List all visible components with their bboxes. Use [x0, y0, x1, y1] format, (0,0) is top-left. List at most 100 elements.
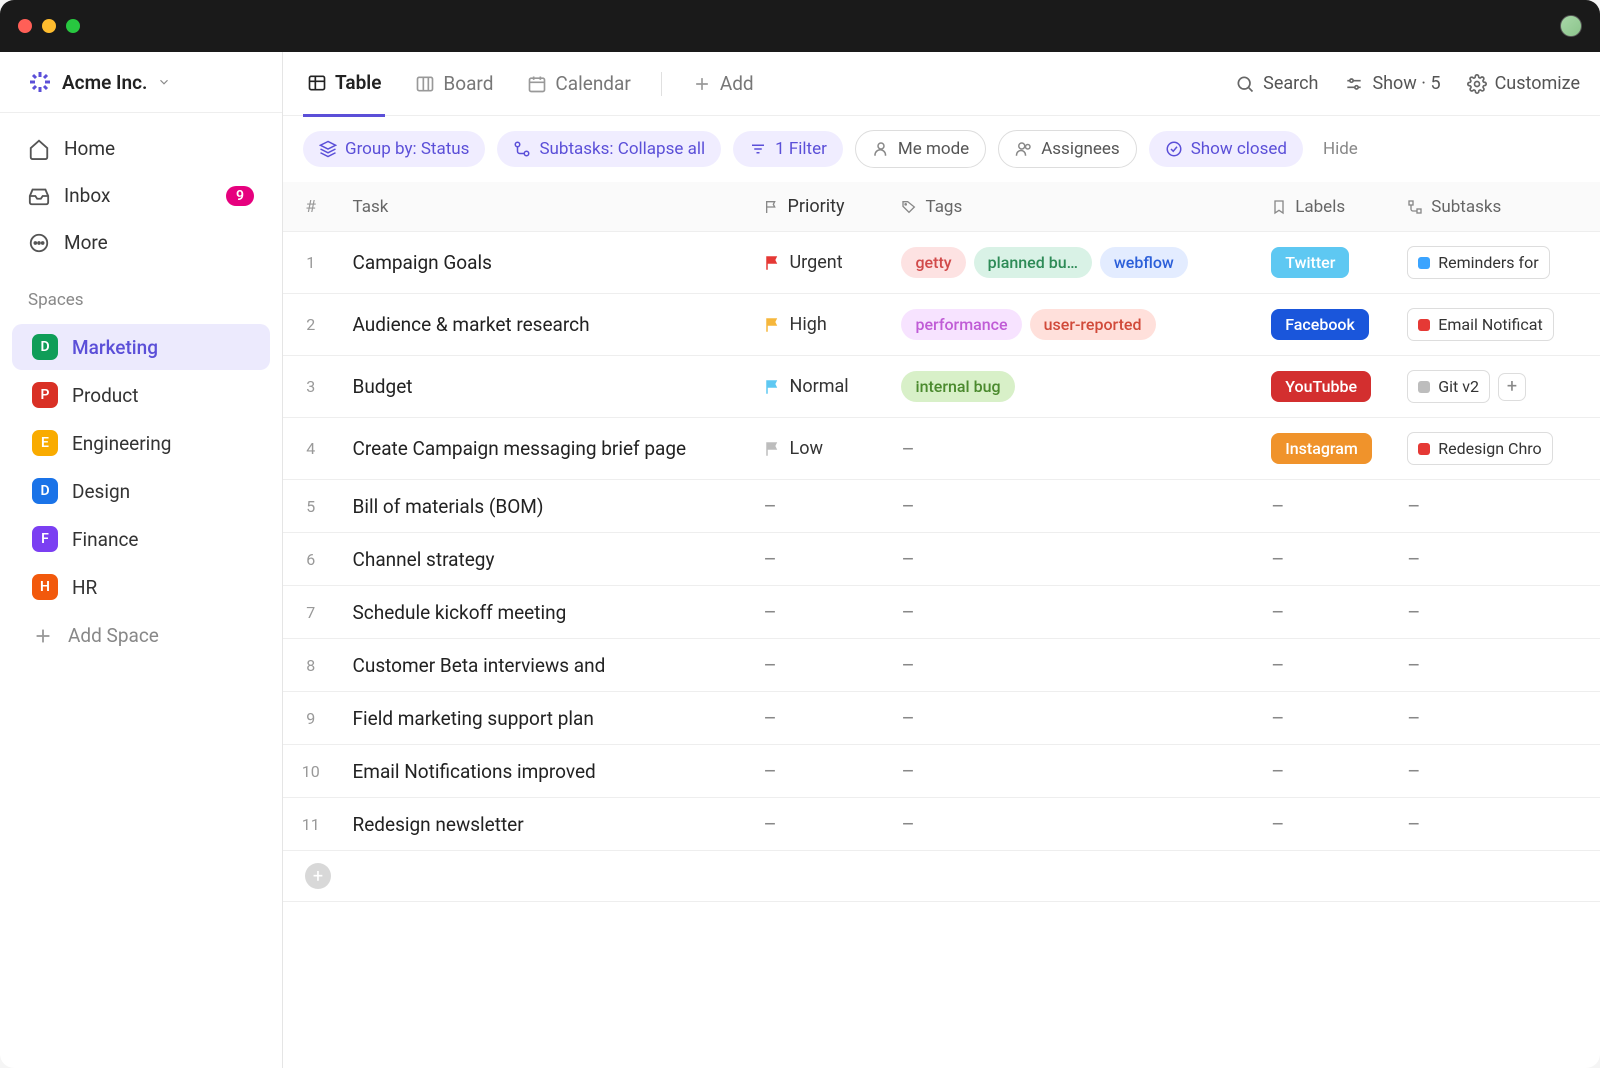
labels-cell[interactable]: – — [1257, 692, 1393, 744]
table-row[interactable]: 1 Campaign Goals Urgent gettyplanned bu…… — [283, 232, 1600, 294]
tags-cell[interactable]: – — [887, 692, 1257, 744]
tab-board[interactable]: Board — [411, 52, 497, 115]
tag-pill[interactable]: webflow — [1100, 247, 1188, 278]
tags-cell[interactable]: – — [887, 480, 1257, 532]
nav-inbox[interactable]: Inbox 9 — [0, 172, 282, 219]
priority-cell[interactable]: Normal — [750, 356, 888, 417]
label-pill[interactable]: YouTubbe — [1271, 371, 1371, 402]
tab-add-view[interactable]: Add — [688, 52, 758, 115]
subtasks-cell[interactable]: – — [1393, 745, 1600, 797]
space-item-marketing[interactable]: DMarketing — [12, 324, 270, 370]
tab-table[interactable]: Table — [303, 52, 385, 117]
tags-cell[interactable]: performance user-reported — [887, 294, 1257, 355]
col-labels[interactable]: Labels — [1257, 182, 1393, 231]
tag-pill[interactable]: performance — [901, 309, 1021, 340]
space-item-engineering[interactable]: EEngineering — [12, 420, 270, 466]
tags-cell[interactable]: – — [887, 798, 1257, 850]
table-row[interactable]: 4 Create Campaign messaging brief page L… — [283, 418, 1600, 480]
add-task-row[interactable]: + — [283, 851, 1600, 902]
priority-cell[interactable]: – — [750, 692, 888, 744]
table-row[interactable]: 2 Audience & market research High perfor… — [283, 294, 1600, 356]
tag-pill[interactable]: user-reported — [1030, 309, 1156, 340]
tags-cell[interactable]: – — [887, 639, 1257, 691]
tag-pill[interactable]: internal bug — [901, 371, 1014, 402]
tags-cell[interactable]: – — [887, 745, 1257, 797]
label-pill[interactable]: Instagram — [1271, 433, 1372, 464]
task-name[interactable]: Redesign newsletter — [339, 798, 750, 850]
tags-cell[interactable]: – — [887, 586, 1257, 638]
table-row[interactable]: 6 Channel strategy – – – – — [283, 533, 1600, 586]
subtask-pill[interactable]: Email Notificat — [1407, 308, 1553, 341]
space-item-finance[interactable]: FFinance — [12, 516, 270, 562]
subtasks-cell[interactable]: – — [1393, 586, 1600, 638]
tags-cell[interactable]: – — [887, 418, 1257, 479]
labels-cell[interactable]: Instagram — [1257, 418, 1393, 479]
priority-cell[interactable]: – — [750, 533, 888, 585]
tag-pill[interactable]: getty — [901, 247, 965, 278]
assignees-chip[interactable]: Assignees — [998, 130, 1137, 168]
tab-calendar[interactable]: Calendar — [523, 52, 634, 115]
task-name[interactable]: Create Campaign messaging brief page — [339, 418, 750, 479]
col-tags[interactable]: Tags — [887, 182, 1257, 231]
task-name[interactable]: Field marketing support plan — [339, 692, 750, 744]
labels-cell[interactable]: Facebook — [1257, 294, 1393, 355]
subtask-pill[interactable]: Reminders for — [1407, 246, 1549, 279]
priority-cell[interactable]: Low — [750, 418, 888, 479]
subtasks-cell[interactable]: – — [1393, 480, 1600, 532]
table-row[interactable]: 3 Budget Normal internal bug YouTubbe Gi… — [283, 356, 1600, 418]
space-item-hr[interactable]: HHR — [12, 564, 270, 610]
subtasks-cell[interactable]: Reminders for — [1393, 232, 1600, 293]
subtask-pill[interactable]: Redesign Chro — [1407, 432, 1552, 465]
priority-cell[interactable]: – — [750, 586, 888, 638]
priority-cell[interactable]: Urgent — [750, 232, 888, 293]
priority-cell[interactable]: – — [750, 798, 888, 850]
priority-cell[interactable]: High — [750, 294, 888, 355]
labels-cell[interactable]: YouTubbe — [1257, 356, 1393, 417]
task-name[interactable]: Channel strategy — [339, 533, 750, 585]
labels-cell[interactable]: – — [1257, 745, 1393, 797]
subtasks-cell[interactable]: – — [1393, 692, 1600, 744]
label-pill[interactable]: Facebook — [1271, 309, 1369, 340]
tags-cell[interactable]: – — [887, 533, 1257, 585]
col-subtasks[interactable]: Subtasks — [1393, 182, 1600, 231]
col-number[interactable]: # — [283, 182, 339, 231]
tags-cell[interactable]: getty planned bu… webflow — [887, 232, 1257, 293]
minimize-window-button[interactable] — [42, 19, 56, 33]
subtask-pill[interactable]: Git v2 — [1407, 370, 1490, 403]
labels-cell[interactable]: Twitter — [1257, 232, 1393, 293]
labels-cell[interactable]: – — [1257, 533, 1393, 585]
maximize-window-button[interactable] — [66, 19, 80, 33]
col-task[interactable]: Task — [339, 182, 750, 231]
subtasks-cell[interactable]: Redesign Chro — [1393, 418, 1600, 479]
filter-chip[interactable]: 1 Filter — [733, 131, 843, 167]
show-closed-chip[interactable]: Show closed — [1149, 131, 1303, 167]
close-window-button[interactable] — [18, 19, 32, 33]
labels-cell[interactable]: – — [1257, 586, 1393, 638]
search-button[interactable]: Search — [1235, 73, 1318, 94]
subtasks-cell[interactable]: – — [1393, 798, 1600, 850]
me-mode-chip[interactable]: Me mode — [855, 130, 986, 168]
table-row[interactable]: 8 Customer Beta interviews and – – – – — [283, 639, 1600, 692]
tag-pill[interactable]: planned bu… — [974, 247, 1092, 278]
labels-cell[interactable]: – — [1257, 639, 1393, 691]
col-priority[interactable]: Priority — [750, 182, 888, 231]
labels-cell[interactable]: – — [1257, 798, 1393, 850]
priority-cell[interactable]: – — [750, 639, 888, 691]
add-space-button[interactable]: Add Space — [12, 614, 270, 657]
workspace-switcher[interactable]: Acme Inc. — [0, 70, 282, 112]
hide-filters-link[interactable]: Hide — [1323, 139, 1358, 159]
add-subtask-button[interactable]: + — [1498, 373, 1526, 401]
priority-cell[interactable]: – — [750, 745, 888, 797]
table-row[interactable]: 11 Redesign newsletter – – – – — [283, 798, 1600, 851]
space-item-design[interactable]: DDesign — [12, 468, 270, 514]
space-item-product[interactable]: PProduct — [12, 372, 270, 418]
table-row[interactable]: 5 Bill of materials (BOM) – – – – — [283, 480, 1600, 533]
tags-cell[interactable]: internal bug — [887, 356, 1257, 417]
subtasks-cell[interactable]: Git v2 + — [1393, 356, 1600, 417]
task-name[interactable]: Bill of materials (BOM) — [339, 480, 750, 532]
subtasks-cell[interactable]: – — [1393, 533, 1600, 585]
customize-button[interactable]: Customize — [1467, 73, 1580, 94]
user-avatar[interactable] — [1560, 15, 1582, 37]
show-columns-button[interactable]: Show · 5 — [1344, 73, 1440, 94]
labels-cell[interactable]: – — [1257, 480, 1393, 532]
